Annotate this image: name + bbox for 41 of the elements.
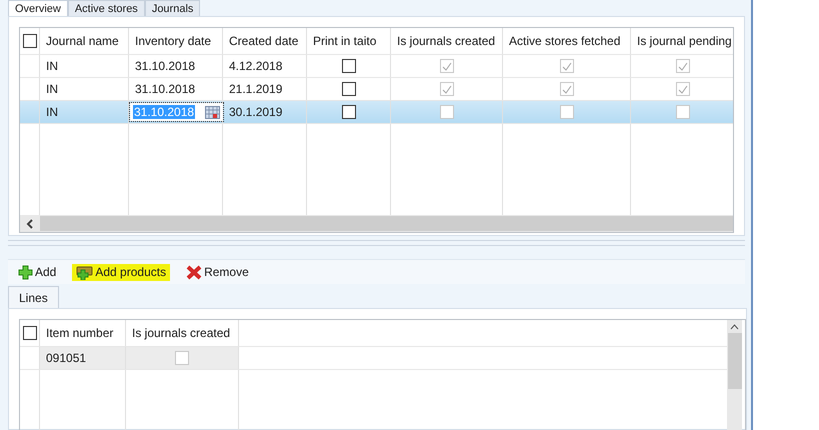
column-header[interactable]: Is journals created [126,320,239,346]
checkbox[interactable] [342,82,356,96]
column-header[interactable]: Is journal pending [631,28,733,54]
tab[interactable]: Journals [144,0,200,16]
checkbox[interactable] [342,59,356,73]
toolbar-button[interactable]: Add [14,264,60,280]
scroll-up-icon [730,324,739,330]
tab[interactable]: Active stores [68,0,145,16]
horizontal-scrollbar[interactable] [20,215,733,232]
vertical-scrollbar[interactable] [727,320,742,430]
checkbox[interactable] [342,105,356,119]
column-header[interactable]: Item number [40,320,126,346]
table-cell: 4.12.2018 [229,59,282,73]
select-all-checkbox[interactable] [22,34,36,48]
column-header[interactable]: Created date [223,28,307,54]
table-cell: 21.1.2019 [229,82,282,96]
toolbar-button[interactable]: Add products [72,264,170,280]
close-icon [186,264,202,280]
table-cell: 30.1.2019 [229,105,282,119]
select-all-checkbox[interactable] [22,326,36,340]
table-cell: IN [46,105,58,119]
selected-text: 31.10.2018 [133,105,196,119]
table-cell: 31.10.2018 [135,59,196,73]
grid-row[interactable]: IN 31.10.2018 4.12.2018 [20,54,733,77]
table-cell: 31.10.2018 [135,82,196,96]
calendar-icon[interactable] [205,106,220,118]
column-header[interactable]: Print in taito [307,28,391,54]
table-cell: IN [46,59,58,73]
column-header[interactable]: Inventory date [129,28,223,54]
column-header[interactable]: Journal name [40,28,129,54]
grid-row[interactable]: 091051 [20,346,727,369]
tab[interactable]: Overview [8,0,68,16]
column-header[interactable]: Is journals created [391,28,503,54]
table-cell: 091051 [46,351,86,365]
box-plus-icon [76,264,94,280]
plus-icon [18,264,33,280]
tab[interactable]: Lines [8,286,59,308]
grid-row[interactable]: IN 31.10.2018 30.1.2019 [20,100,733,123]
table-cell: IN [46,82,58,96]
column-header[interactable]: Active stores fetched [503,28,631,54]
toolbar-button[interactable]: Remove [182,264,253,280]
